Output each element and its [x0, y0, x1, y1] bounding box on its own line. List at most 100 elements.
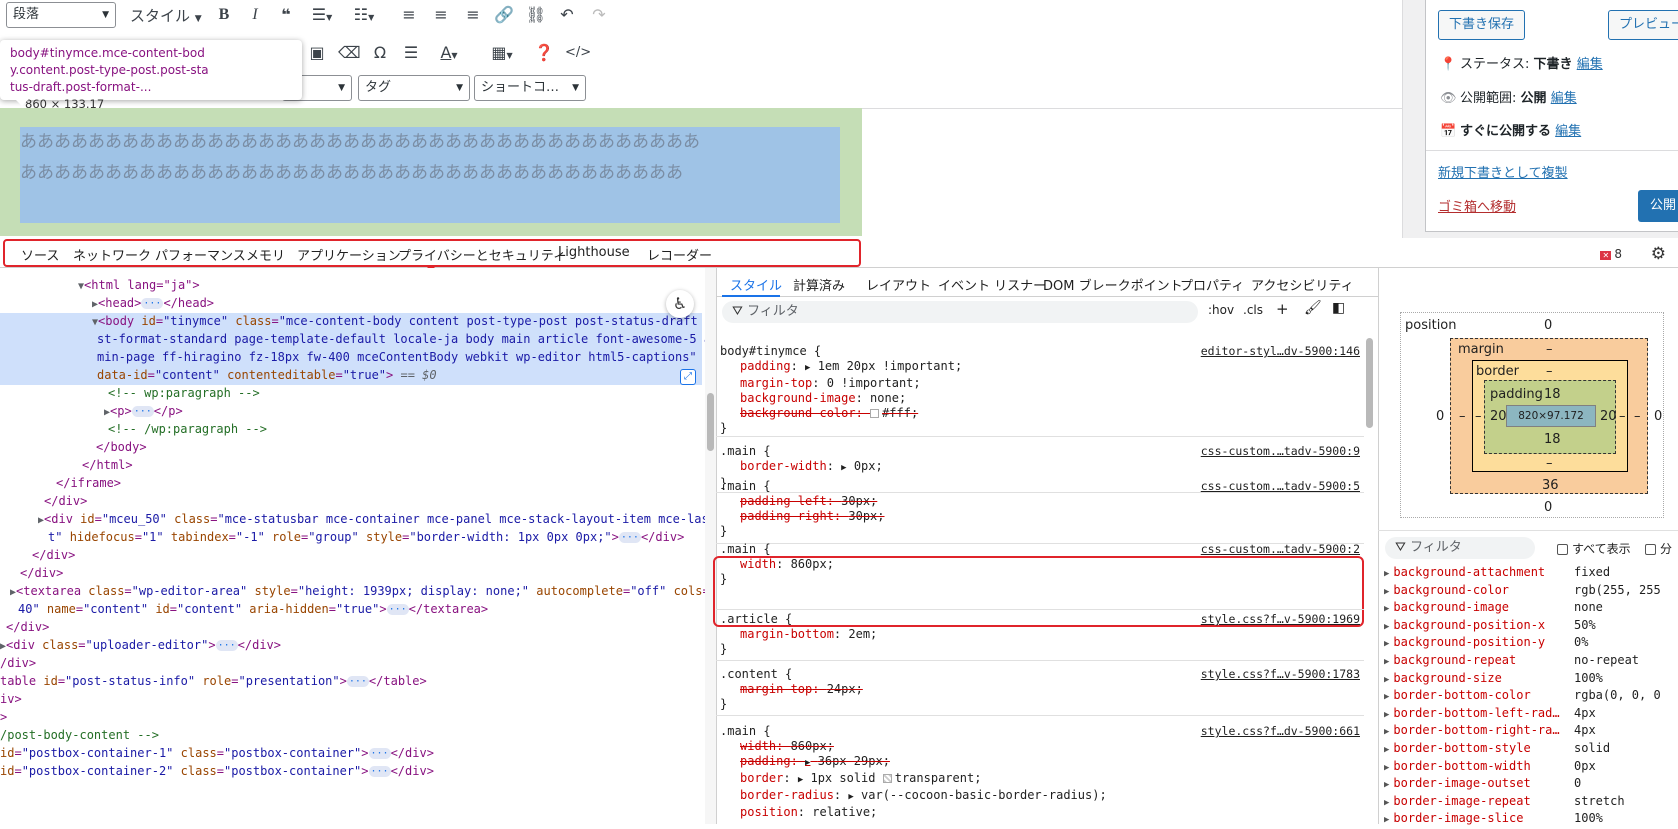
blockquote-icon[interactable]: ❝ — [275, 4, 297, 26]
rule-prop-overridden[interactable]: padding: ▶ 36px 29px; — [720, 754, 1360, 771]
color-swatch[interactable] — [882, 774, 892, 783]
dom-close-div[interactable]: iv> — [0, 691, 22, 708]
edit-status-link[interactable]: 編集 — [1577, 57, 1603, 72]
rule-prop[interactable]: margin-bottom: 2em; — [720, 627, 1360, 642]
computed-filter-input[interactable]: ⛛ フィルタ — [1385, 537, 1535, 559]
table-button[interactable]: ▦▼ — [486, 42, 518, 64]
dom-node-head[interactable]: ▶<head> ··· </head> — [92, 295, 214, 313]
dom-close-body[interactable]: </body> — [96, 439, 147, 456]
dom-close-html[interactable]: </html> — [82, 457, 133, 474]
dom-node-statusbar[interactable]: ▶<div id="mceu_50" class="mce-statusbar … — [38, 511, 709, 529]
rule-source-link[interactable]: style.css?f…v-5900:1783 — [1201, 667, 1360, 682]
rule-source-link[interactable]: editor-styl…dv-5900:146 — [1201, 344, 1360, 359]
tag-select[interactable]: タグ ▼ — [358, 75, 470, 101]
edit-publish-time-link[interactable]: 編集 — [1555, 124, 1581, 139]
hov-toggle[interactable]: :hov — [1208, 303, 1234, 317]
rule-source-link[interactable]: style.css?f…v-5900:1969 — [1201, 612, 1360, 627]
paste-icon[interactable]: ▣ — [306, 42, 328, 64]
paint-brush-icon[interactable]: 🖌 — [1304, 300, 1322, 316]
computed-property-row[interactable]: ▶ border-image-slice 100% — [1384, 810, 1678, 829]
dom-close-div[interactable]: </div> — [44, 493, 87, 510]
computed-property-row[interactable]: ▶ background-position-x 50% — [1384, 617, 1678, 636]
computed-property-row[interactable]: ▶ background-color rgb(255, 255 — [1384, 582, 1678, 601]
dom-node-postbox2[interactable]: id="postbox-container-2" class="postbox-… — [0, 763, 434, 780]
code-icon[interactable]: </> — [565, 42, 591, 64]
dom-scrollbar[interactable] — [705, 268, 716, 824]
rule-prop-overridden[interactable]: padding-left: 30px; — [720, 494, 1360, 509]
tab-layout[interactable]: レイアウト — [866, 275, 931, 294]
rule-prop-overridden[interactable]: margin-top: 24px; — [720, 682, 1360, 697]
computed-property-row[interactable]: ▶ border-bottom-left-rad… 4px — [1384, 705, 1678, 724]
dom-node-postbox1[interactable]: id="postbox-container-1" class="postbox-… — [0, 745, 434, 762]
omega-icon[interactable]: Ω — [369, 42, 391, 64]
eraser-icon[interactable]: ⌫ — [338, 42, 361, 64]
numbered-list-button[interactable]: ☷▼ — [348, 4, 380, 26]
dom-close-div[interactable]: </div> — [32, 547, 75, 564]
rule-prop-overridden[interactable]: background-color: #fff; — [720, 406, 1360, 421]
computed-property-row[interactable]: ▶ background-image none — [1384, 599, 1678, 618]
dom-comment[interactable]: <!-- /wp:paragraph --> — [108, 421, 267, 438]
publish-button[interactable]: 公開 — [1638, 190, 1678, 222]
dom-close-div[interactable]: </div> — [20, 565, 63, 582]
edit-visibility-link[interactable]: 編集 — [1551, 91, 1577, 106]
dom-comment[interactable]: /post-body-content --> — [0, 727, 159, 744]
align-right-icon[interactable]: ≡ — [462, 4, 484, 26]
format-select[interactable]: 段落 ▼ — [6, 2, 116, 28]
rule-source-link[interactable]: style.css?f…dv-5900:661 — [1201, 724, 1360, 739]
italic-button[interactable]: I — [244, 4, 266, 26]
computed-property-row[interactable]: ▶ background-repeat no-repeat — [1384, 652, 1678, 671]
dom-scroll-thumb[interactable] — [707, 393, 714, 451]
computed-property-row[interactable]: ▶ border-bottom-right-ra… 4px — [1384, 722, 1678, 741]
error-badge[interactable]: ✕ 8 — [1600, 247, 1622, 261]
rule-prop[interactable]: position: relative; — [720, 805, 1360, 820]
computed-property-row[interactable]: ▶ background-size 100% — [1384, 670, 1678, 689]
text-color-button[interactable]: A▼ — [434, 42, 464, 64]
styles-filter-input[interactable]: ⛛ フィルタ — [722, 301, 1198, 323]
undo-icon[interactable]: ↶ — [556, 4, 578, 26]
rule-source-link[interactable]: css-custom.…tadv-5900:5 — [1201, 479, 1360, 494]
help-icon[interactable]: ❓ — [533, 42, 555, 64]
unlink-icon[interactable]: ⛓ — [525, 4, 547, 26]
tab-properties[interactable]: プロパティ — [1180, 275, 1244, 294]
computed-property-row[interactable]: ▶ border-image-repeat stretch — [1384, 793, 1678, 812]
shortcode-select[interactable]: ショートコ… ▼ — [474, 75, 586, 101]
bold-button[interactable]: B — [213, 4, 235, 26]
rule-prop-overridden[interactable]: padding-right: 30px; — [720, 509, 1360, 524]
group-checkbox[interactable]: 分 — [1645, 540, 1672, 557]
rule-prop-overridden[interactable]: width: 860px; — [720, 739, 1360, 754]
rule-prop[interactable]: border: ▶ 1px solid transparent; — [720, 771, 1360, 788]
copy-as-draft-link[interactable]: 新規下書きとして複製 — [1438, 166, 1568, 181]
dom-close-div[interactable]: </div> — [6, 619, 49, 636]
align-center-icon[interactable]: ≡ — [430, 4, 452, 26]
tab-styles[interactable]: スタイル — [730, 275, 782, 294]
computed-property-row[interactable]: ▶ border-bottom-style solid — [1384, 740, 1678, 759]
rule-source-link[interactable]: css-custom.…tadv-5900:2 — [1201, 542, 1360, 557]
dom-comment[interactable]: <!-- wp:paragraph --> — [108, 385, 260, 402]
rule-source-link[interactable]: css-custom.…tadv-5900:9 — [1201, 444, 1360, 459]
rule-prop[interactable]: border-width: ▶ 0px; — [720, 459, 1360, 476]
dom-node-uploader[interactable]: ▶<div class="uploader-editor"> ··· </div> — [0, 637, 281, 655]
dom-node-p[interactable]: ▶<p> ··· </p> — [104, 403, 183, 421]
dom-close-div[interactable]: /div> — [0, 655, 36, 672]
bullet-list-button[interactable]: ☰▼ — [306, 4, 338, 26]
computed-property-row[interactable]: ▶ background-position-y 0% — [1384, 634, 1678, 653]
computed-property-row[interactable]: ▶ border-image-outset 0 — [1384, 775, 1678, 794]
save-draft-button[interactable]: 下書き保存 — [1438, 10, 1526, 40]
horizontal-rule-icon[interactable]: ☰ — [400, 42, 422, 64]
dom-close[interactable]: > — [0, 709, 7, 726]
computed-property-row[interactable]: ▶ border-bottom-width 0px — [1384, 758, 1678, 777]
preview-button[interactable]: プレビュー — [1608, 10, 1678, 40]
redo-icon[interactable]: ↷ — [588, 4, 610, 26]
dom-node-table[interactable]: table id="post-status-info" role="presen… — [0, 673, 427, 690]
dom-node-html[interactable]: ▼<html lang="ja"> — [78, 277, 200, 295]
tab-accessibility[interactable]: アクセシビリティ — [1251, 275, 1354, 294]
sidebar-toggle-icon[interactable]: ◧ — [1332, 300, 1345, 316]
dom-node-textarea[interactable]: ▶<textarea class="wp-editor-area" style=… — [10, 583, 716, 601]
rule-prop[interactable]: padding: ▶ 1em 20px !important; — [720, 359, 1360, 376]
dom-close-iframe[interactable]: </iframe> — [56, 475, 121, 492]
editor-content[interactable]: ああああああああああああああああああああああああああああああああああああああああ… — [20, 127, 840, 223]
style-menu[interactable]: スタイル ▼ — [130, 5, 202, 26]
styles-scroll-thumb[interactable] — [1366, 338, 1373, 428]
cls-toggle[interactable]: .cls — [1243, 303, 1263, 317]
color-swatch[interactable] — [870, 409, 880, 418]
